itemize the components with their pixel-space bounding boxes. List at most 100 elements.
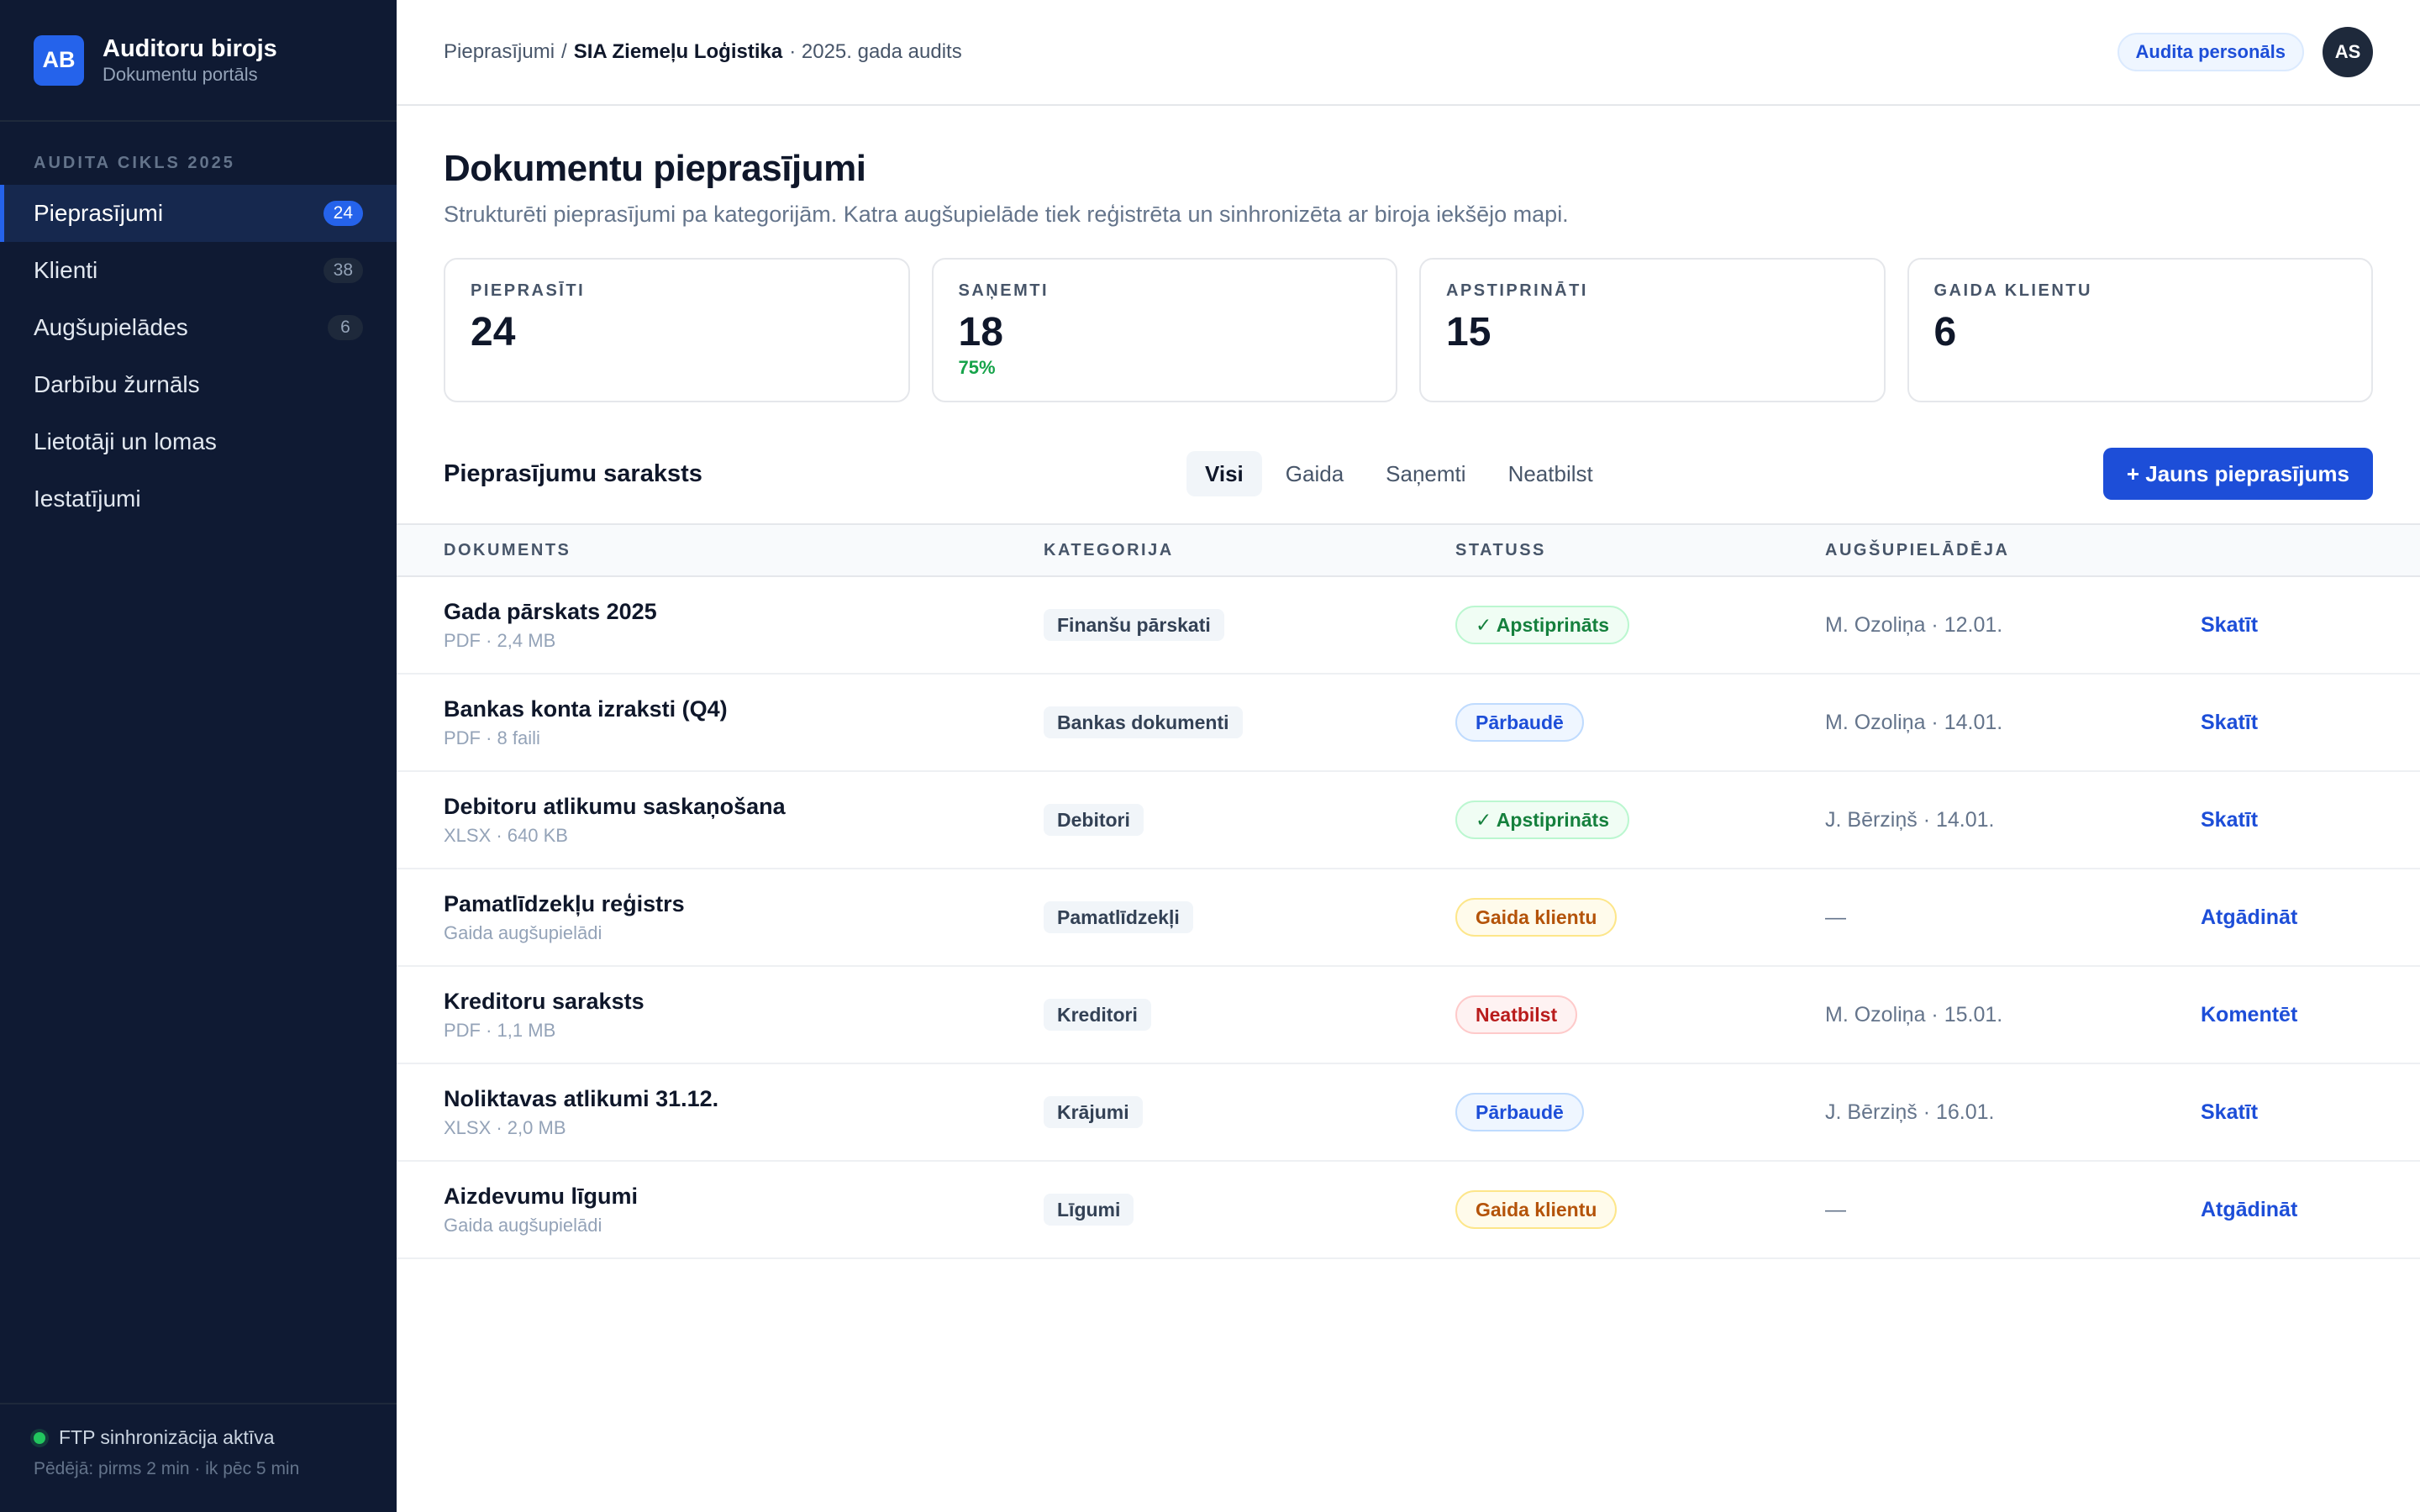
status-badge: ✓ Apstiprināts xyxy=(1455,801,1629,839)
category-cell: Līgumi xyxy=(1044,1194,1134,1226)
category-cell: Krājumi xyxy=(1044,1096,1143,1128)
document-name: Pamatlīdzekļu reģistrs xyxy=(444,890,685,916)
stats-row: PIEPRASĪTI 24 SAŅEMTI 18 75% APSTIPRINĀT… xyxy=(397,258,2420,402)
column-header-uploader[interactable]: AUGŠUPIELĀDĒJA xyxy=(1825,541,2009,560)
table-header: DOKUMENTS KATEGORIJA STATUSS AUGŠUPIELĀD… xyxy=(397,523,2420,577)
status-badge: Pārbaudē xyxy=(1455,1093,1584,1131)
row-action-link[interactable]: Komentēt xyxy=(2201,1003,2297,1027)
document-meta: Gaida augšupielādi xyxy=(444,921,602,943)
document-cell: Gada pārskats 2025 PDF · 2,4 MB xyxy=(444,599,657,652)
breadcrumb: Pieprasījumi / SIA Ziemeļu Loģistika · 2… xyxy=(444,40,962,64)
stat-label: PIEPRASĪTI xyxy=(471,281,586,300)
sidebar-item-label: Lietotāji un lomas xyxy=(34,428,217,454)
sidebar-item-uploads[interactable]: Augšupielādes 6 xyxy=(0,299,397,356)
document-name: Debitoru atlikumu saskaņošana xyxy=(444,793,786,819)
document-cell: Noliktavas atlikumi 31.12. XLSX · 2,0 MB xyxy=(444,1086,718,1139)
table-row[interactable]: Debitoru atlikumu saskaņošana XLSX · 640… xyxy=(397,772,2420,869)
status-badge: Pārbaudē xyxy=(1455,703,1584,742)
document-cell: Bankas konta izraksti (Q4) PDF · 8 faili xyxy=(444,696,728,749)
document-cell: Debitoru atlikumu saskaņošana XLSX · 640… xyxy=(444,794,786,847)
document-cell: Pamatlīdzekļu reģistrs Gaida augšupielād… xyxy=(444,891,685,944)
row-action-link[interactable]: Skatīt xyxy=(2201,808,2258,832)
filter-tab-received[interactable]: Saņemti xyxy=(1367,451,1484,496)
status-cell: Pārbaudē xyxy=(1455,1093,1584,1131)
document-name: Noliktavas atlikumi 31.12. xyxy=(444,1085,719,1111)
breadcrumb-root[interactable]: Pieprasījumi xyxy=(444,40,555,64)
sidebar-item-activity-log[interactable]: Darbību žurnāls xyxy=(0,356,397,413)
document-meta: XLSX · 2,0 MB xyxy=(444,1116,566,1138)
brand-logo: AB xyxy=(34,34,84,86)
sync-status-panel: FTP sinhronizācija aktīva Pēdējā: pirms … xyxy=(0,1403,397,1512)
sidebar-item-label: Klienti xyxy=(34,257,98,283)
row-action-link[interactable]: Skatīt xyxy=(2201,711,2258,735)
document-name: Aizdevumu līgumi xyxy=(444,1183,639,1209)
stat-label: GAIDA KLIENTU xyxy=(1933,281,2092,300)
row-action-link[interactable]: Atgādināt xyxy=(2201,906,2297,930)
sidebar-item-clients[interactable]: Klienti 38 xyxy=(0,242,397,299)
status-cell: Gaida klientu xyxy=(1455,1190,1618,1229)
new-request-button[interactable]: + Jauns pieprasījums xyxy=(2102,448,2373,500)
table-row[interactable]: Gada pārskats 2025 PDF · 2,4 MB Finanšu … xyxy=(397,577,2420,675)
page-subtitle: Strukturēti pieprasījumi pa kategorijām.… xyxy=(444,202,1569,227)
document-meta: Gaida augšupielādi xyxy=(444,1214,602,1236)
breadcrumb-separator: / xyxy=(561,40,567,63)
list-header: Pieprasījumu saraksts Visi Gaida Saņemti… xyxy=(397,448,2420,500)
column-header-document[interactable]: DOKUMENTS xyxy=(444,541,571,560)
sidebar-item-requests[interactable]: Pieprasījumi 24 xyxy=(0,185,397,242)
row-action-link[interactable]: Skatīt xyxy=(2201,613,2258,638)
table-row[interactable]: Pamatlīdzekļu reģistrs Gaida augšupielād… xyxy=(397,869,2420,967)
avatar[interactable]: AS xyxy=(2323,27,2373,77)
brand-subtitle: Dokumentu portāls xyxy=(103,63,258,85)
status-cell: ✓ Apstiprināts xyxy=(1455,801,1629,839)
category-tag: Līgumi xyxy=(1044,1194,1134,1226)
page-title: Dokumentu pieprasījumi xyxy=(444,148,866,189)
sidebar: AB Auditoru birojs Dokumentu portāls AUD… xyxy=(0,0,397,1512)
row-action-link[interactable]: Skatīt xyxy=(2201,1100,2258,1125)
sidebar-item-count: 24 xyxy=(323,201,363,226)
table-row[interactable]: Aizdevumu līgumi Gaida augšupielādi Līgu… xyxy=(397,1162,2420,1259)
column-header-category[interactable]: KATEGORIJA xyxy=(1044,541,1174,560)
sidebar-item-settings[interactable]: Iestatījumi xyxy=(0,470,397,528)
requests-table: DOKUMENTS KATEGORIJA STATUSS AUGŠUPIELĀD… xyxy=(397,523,2420,1259)
row-action-link[interactable]: Atgādināt xyxy=(2201,1198,2297,1222)
filter-tab-nonconforming[interactable]: Neatbilst xyxy=(1490,451,1612,496)
list-title: Pieprasījumu saraksts xyxy=(444,459,702,487)
sidebar-item-users-roles[interactable]: Lietotāji un lomas xyxy=(0,413,397,470)
document-cell: Aizdevumu līgumi Gaida augšupielādi xyxy=(444,1184,638,1236)
sidebar-item-count: 6 xyxy=(328,315,363,340)
filter-tab-all[interactable]: Visi xyxy=(1186,451,1262,496)
category-tag: Kreditori xyxy=(1044,999,1151,1031)
page-header: Dokumentu pieprasījumi Strukturēti piepr… xyxy=(397,108,2420,228)
topbar-right: Audita personāls AS xyxy=(2117,27,2373,77)
filter-tab-pending[interactable]: Gaida xyxy=(1267,451,1362,496)
uploader-cell: M. Ozoliņa · 14.01. xyxy=(1825,710,2003,734)
category-cell: Pamatlīdzekļi xyxy=(1044,901,1193,933)
brand-title: Auditoru birojs xyxy=(103,34,277,62)
table-row[interactable]: Bankas konta izraksti (Q4) PDF · 8 faili… xyxy=(397,675,2420,772)
table-row[interactable]: Noliktavas atlikumi 31.12. XLSX · 2,0 MB… xyxy=(397,1064,2420,1162)
stat-value: 15 xyxy=(1446,310,1491,354)
category-tag: Bankas dokumenti xyxy=(1044,706,1243,738)
brand-text: Auditoru birojs Dokumentu portāls xyxy=(103,34,277,87)
category-tag: Krājumi xyxy=(1044,1096,1143,1128)
stat-card-approved: APSTIPRINĀTI 15 xyxy=(1419,258,1886,402)
category-tag: Finanšu pārskati xyxy=(1044,609,1224,641)
column-header-status[interactable]: STATUSS xyxy=(1455,541,1546,560)
status-cell: Gaida klientu xyxy=(1455,898,1618,937)
status-cell: Pārbaudē xyxy=(1455,703,1584,742)
uploader-cell: M. Ozoliņa · 12.01. xyxy=(1825,612,2003,637)
document-meta: PDF · 1,1 MB xyxy=(444,1019,556,1041)
filter-tabs: Visi Gaida Saņemti Neatbilst xyxy=(1186,451,1612,496)
document-meta: XLSX · 640 KB xyxy=(444,824,568,846)
status-badge: Gaida klientu xyxy=(1455,1190,1618,1229)
brand[interactable]: AB Auditoru birojs Dokumentu portāls xyxy=(0,0,397,122)
stat-value: 24 xyxy=(471,310,516,354)
table-row[interactable]: Kreditoru saraksts PDF · 1,1 MB Kreditor… xyxy=(397,967,2420,1064)
topbar: Pieprasījumi / SIA Ziemeļu Loģistika · 2… xyxy=(397,0,2420,106)
document-name: Bankas konta izraksti (Q4) xyxy=(444,696,728,722)
breadcrumb-client[interactable]: SIA Ziemeļu Loģistika xyxy=(574,40,783,64)
stat-card-received: SAŅEMTI 18 75% xyxy=(931,258,1397,402)
status-cell: Neatbilst xyxy=(1455,995,1578,1034)
category-tag: Pamatlīdzekļi xyxy=(1044,901,1193,933)
sidebar-item-label: Augšupielādes xyxy=(34,314,188,340)
